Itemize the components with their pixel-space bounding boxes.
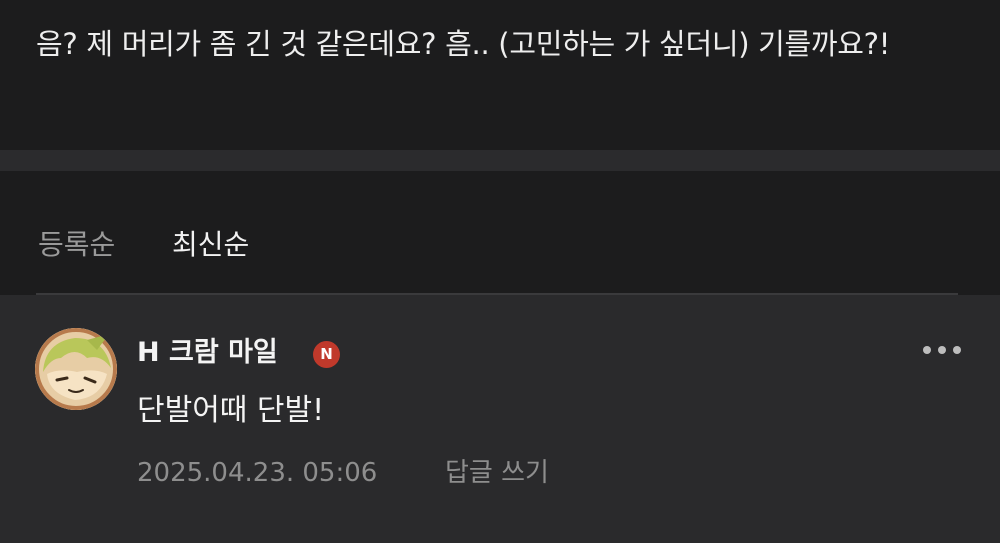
post-text: 음? 제 머리가 좀 긴 것 같은데요? 흠.. (고민하는 가 싶더니) 기를… (36, 27, 891, 61)
more-options-button[interactable] (918, 335, 968, 365)
sort-tab-registered[interactable]: 등록순 (38, 225, 115, 265)
sort-tab-latest[interactable]: 최신순 (172, 225, 249, 265)
more-horizontal-icon (923, 346, 931, 354)
comment-sort-bar: 등록순 최신순 (0, 171, 1000, 295)
comment-text: 단발어때 단발! (137, 393, 325, 428)
avatar-character-icon (35, 328, 117, 410)
comment-item: H 크람 마일 N 단발어때 단발! 2025.04.23. 05:06 답글 … (0, 295, 1000, 543)
post-body: 음? 제 머리가 좀 긴 것 같은데요? 흠.. (고민하는 가 싶더니) 기를… (0, 0, 1000, 150)
comment-timestamp: 2025.04.23. 05:06 (137, 458, 378, 488)
comment-nickname[interactable]: H 크람 마일 (137, 335, 278, 371)
new-badge: N (313, 341, 340, 368)
section-divider (0, 150, 1000, 171)
reply-button[interactable]: 답글 쓰기 (445, 455, 549, 491)
avatar[interactable] (35, 328, 117, 410)
